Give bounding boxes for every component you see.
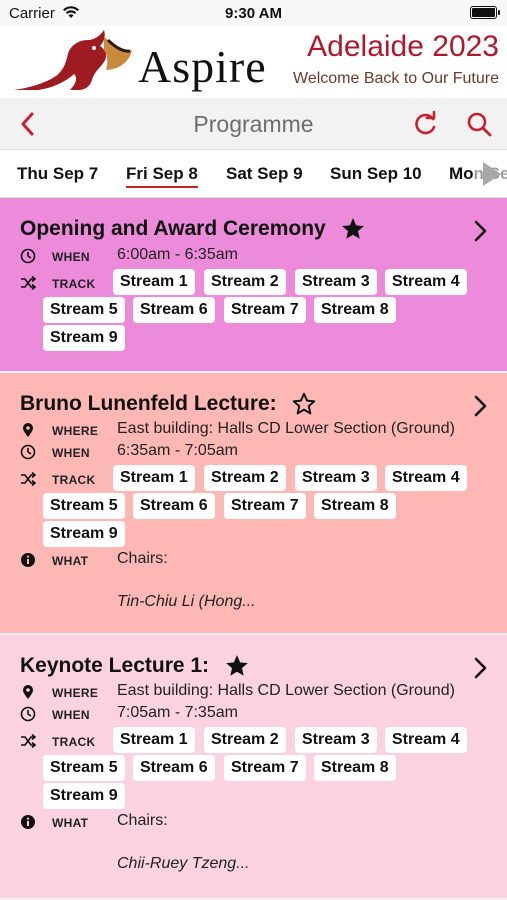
stream-chip[interactable]: Stream 6 [133,755,215,781]
track-label: TRACK [52,277,96,291]
stream-chip[interactable]: Stream 5 [43,755,125,781]
where-value: East building: Halls CD Lower Section (G… [117,682,455,699]
refresh-icon[interactable] [411,110,439,138]
when-label: WHEN [52,708,90,722]
when-label: WHEN [52,250,90,264]
stream-chip[interactable]: Stream 8 [314,297,396,323]
chevron-right-icon[interactable] [469,218,491,244]
session-title: Opening and Award Ceremony [20,217,326,240]
banner-tagline: Welcome Back to Our Future [293,70,499,87]
info-icon [21,553,35,567]
aspire-logo: Aspire [8,26,278,98]
search-icon[interactable] [465,110,493,138]
stream-chip[interactable]: Stream 9 [43,325,125,351]
what-value: Chairs: [117,812,168,829]
stream-chip[interactable]: Stream 2 [204,727,286,753]
chair-name: Tin-Chiu Li (Hong... [117,593,256,610]
what-value: Chairs: [117,550,168,567]
stream-chip[interactable]: Stream 4 [385,465,467,491]
location-pin-icon [23,423,33,437]
battery-icon [470,6,497,19]
star-filled-icon[interactable] [224,653,250,679]
stream-chip[interactable]: Stream 3 [295,465,377,491]
star-outline-icon[interactable] [291,391,317,417]
star-filled-icon[interactable] [340,216,366,242]
track-label: TRACK [52,735,96,749]
chevron-right-icon[interactable] [469,655,491,681]
clock-icon [20,706,36,722]
where-value: East building: Halls CD Lower Section (G… [117,420,455,437]
stream-chip[interactable]: Stream 1 [113,269,195,295]
stream-chip[interactable]: Stream 1 [113,727,195,753]
when-value: 6:35am - 7:05am [117,442,238,459]
stream-chip[interactable]: Stream 3 [295,269,377,295]
tab-sun-sep-10[interactable]: Sun Sep 10 [330,164,422,184]
logo-wordmark: Aspire [138,41,267,92]
session-card[interactable]: Keynote Lecture 1: WHERE East building: … [0,635,507,900]
chair-name: Chii-Ruey Tzeng... [117,855,250,872]
shuffle-icon [21,275,36,291]
clock-icon [20,248,36,264]
stream-chip[interactable]: Stream 1 [113,465,195,491]
session-card[interactable]: Opening and Award Ceremony WHEN 6:00am -… [0,198,507,373]
stream-chip[interactable]: Stream 6 [133,297,215,323]
stream-chip[interactable]: Stream 9 [43,521,125,547]
stream-chip[interactable]: Stream 7 [224,755,306,781]
status-time: 9:30 AM [225,5,282,22]
session-title: Keynote Lecture 1: [20,654,210,677]
what-label: WHAT [52,554,89,568]
when-label: WHEN [52,446,90,460]
stream-chip[interactable]: Stream 5 [43,493,125,519]
session-title: Bruno Lunenfeld Lecture: [20,392,277,415]
when-value: 7:05am - 7:35am [117,704,238,721]
banner-city: Adelaide 2023 [307,30,499,63]
scroll-right-arrow-icon[interactable] [473,156,507,192]
where-label: WHERE [52,424,99,438]
battery-tip [498,10,500,15]
stream-chip[interactable]: Stream 4 [385,727,467,753]
tab-sat-sep-9[interactable]: Sat Sep 9 [226,164,303,184]
kangaroo-logo-icon [14,30,132,90]
stream-chip[interactable]: Stream 5 [43,297,125,323]
stream-chip[interactable]: Stream 2 [204,465,286,491]
stream-chip[interactable]: Stream 3 [295,727,377,753]
tab-thu-sep-7[interactable]: Thu Sep 7 [17,164,98,184]
stream-chip[interactable]: Stream 8 [314,493,396,519]
stream-chip[interactable]: Stream 9 [43,783,125,809]
conference-banner: Aspire Adelaide 2023 Welcome Back to Our… [0,26,507,98]
day-tabs: Thu Sep 7 Fri Sep 8 Sat Sep 9 Sun Sep 10… [0,150,507,198]
session-card[interactable]: Bruno Lunenfeld Lecture: WHERE East buil… [0,373,507,635]
track-label: TRACK [52,473,96,487]
stream-chip[interactable]: Stream 2 [204,269,286,295]
stream-chip[interactable]: Stream 6 [133,493,215,519]
status-bar: Carrier 9:30 AM [0,0,507,26]
shuffle-icon [21,471,36,487]
tab-fri-sep-8[interactable]: Fri Sep 8 [126,164,198,188]
location-pin-icon [23,685,33,699]
stream-chip[interactable]: Stream 4 [385,269,467,295]
info-icon [21,815,35,829]
clock-icon [20,444,36,460]
shuffle-icon [21,733,36,749]
chevron-right-icon[interactable] [469,393,491,419]
stream-chip[interactable]: Stream 8 [314,755,396,781]
stream-chip[interactable]: Stream 7 [224,493,306,519]
navigation-bar: Programme [0,98,507,150]
where-label: WHERE [52,686,99,700]
when-value: 6:00am - 6:35am [117,246,238,263]
stream-chip[interactable]: Stream 7 [224,297,306,323]
what-label: WHAT [52,816,89,830]
